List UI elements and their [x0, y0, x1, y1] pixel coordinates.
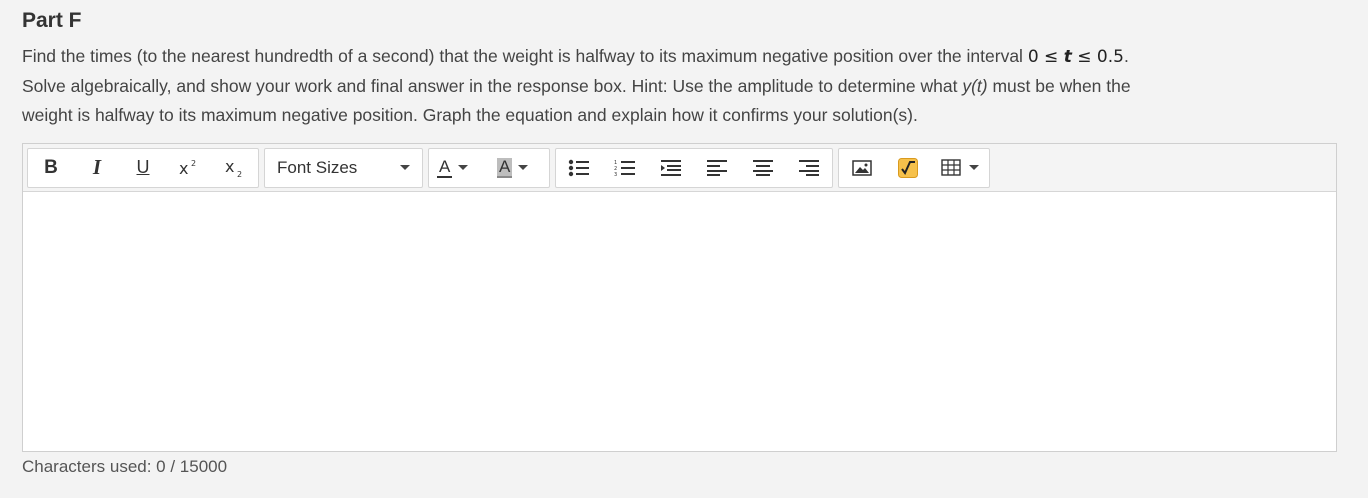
color-button-group: A A: [428, 147, 550, 188]
insert-table-button[interactable]: [931, 149, 989, 187]
chevron-down-icon: [969, 165, 979, 170]
svg-text:2: 2: [237, 170, 242, 178]
text-color-icon: A: [437, 156, 453, 178]
chevron-down-icon: [400, 165, 410, 170]
bullet-list-icon: [568, 159, 590, 177]
align-left-button[interactable]: [694, 149, 740, 187]
italic-icon: I: [92, 155, 102, 179]
numbered-list-button[interactable]: 123: [602, 149, 648, 187]
subscript-button[interactable]: x2: [212, 149, 258, 187]
question-prompt: Find the times (to the nearest hundredth…: [22, 42, 1342, 130]
chevron-down-icon: [458, 165, 469, 170]
part-title: Part F: [22, 9, 82, 32]
bold-icon: B: [44, 156, 58, 178]
align-right-icon: [798, 159, 820, 177]
prompt-text: .: [1123, 46, 1129, 66]
svg-text:x: x: [179, 159, 188, 178]
character-count: Characters used: 0 / 15000: [22, 457, 228, 476]
image-icon: [852, 159, 872, 176]
response-editor: B I U x2 x2 Font Sizes A A 1 2 3: [22, 143, 1337, 452]
insert-equation-button[interactable]: [885, 149, 931, 187]
underline-icon: U: [136, 157, 150, 177]
underline-button[interactable]: U: [120, 149, 166, 187]
bullet-list-button[interactable]: [556, 149, 602, 187]
insert-button-group: [838, 147, 990, 188]
superscript-icon: x2: [178, 158, 200, 178]
interval-math: 0 ≤ t ≤ 0.5: [1028, 47, 1124, 67]
table-icon: [941, 159, 961, 176]
prompt-text: Solve algebraically, and show your work …: [22, 76, 963, 96]
align-center-icon: [752, 159, 774, 177]
align-center-button[interactable]: [740, 149, 786, 187]
numbered-list-icon: 123: [614, 159, 636, 177]
superscript-button[interactable]: x2: [166, 149, 212, 187]
math-leq: ≤: [1044, 47, 1059, 67]
math-leq: ≤: [1077, 47, 1092, 67]
svg-text:2: 2: [191, 159, 196, 168]
prompt-text: must be when the: [987, 76, 1131, 96]
svg-text:3: 3: [614, 172, 617, 177]
indent-icon: [660, 159, 682, 177]
svg-text:x: x: [225, 158, 234, 176]
background-color-button[interactable]: A: [489, 149, 549, 187]
chevron-down-icon: [518, 165, 529, 170]
equation-icon: [898, 157, 918, 178]
bold-button[interactable]: B: [28, 149, 74, 187]
align-right-button[interactable]: [786, 149, 832, 187]
editor-toolbar: B I U x2 x2 Font Sizes A A 1 2 3: [23, 144, 1336, 192]
prompt-text: Find the times (to the nearest hundredth…: [22, 46, 1028, 66]
response-text-area[interactable]: [23, 192, 1336, 451]
italic-button[interactable]: I: [74, 149, 120, 187]
insert-image-button[interactable]: [839, 149, 885, 187]
background-color-icon: A: [497, 156, 513, 178]
math-lower-bound: 0: [1027, 47, 1039, 67]
font-sizes-group: Font Sizes: [264, 147, 423, 188]
format-button-group: B I U x2 x2: [27, 147, 259, 188]
math-upper-bound: 0.5: [1096, 47, 1124, 67]
font-sizes-label: Font Sizes: [277, 157, 358, 177]
prompt-line-3: weight is halfway to its maximum negativ…: [22, 105, 918, 125]
question-part-f: Part F Find the times (to the nearest hu…: [0, 0, 1368, 498]
function-notation: y(t): [962, 76, 988, 96]
text-color-button[interactable]: A: [429, 149, 489, 187]
subscript-icon: x2: [224, 158, 246, 178]
math-variable: t: [1063, 47, 1072, 67]
align-left-icon: [706, 159, 728, 177]
font-sizes-select[interactable]: Font Sizes: [265, 149, 422, 187]
paragraph-button-group: 123: [555, 147, 833, 188]
prompt-line-2: Solve algebraically, and show your work …: [22, 72, 1342, 101]
indent-button[interactable]: [648, 149, 694, 187]
prompt-line-1: Find the times (to the nearest hundredth…: [22, 42, 1342, 72]
